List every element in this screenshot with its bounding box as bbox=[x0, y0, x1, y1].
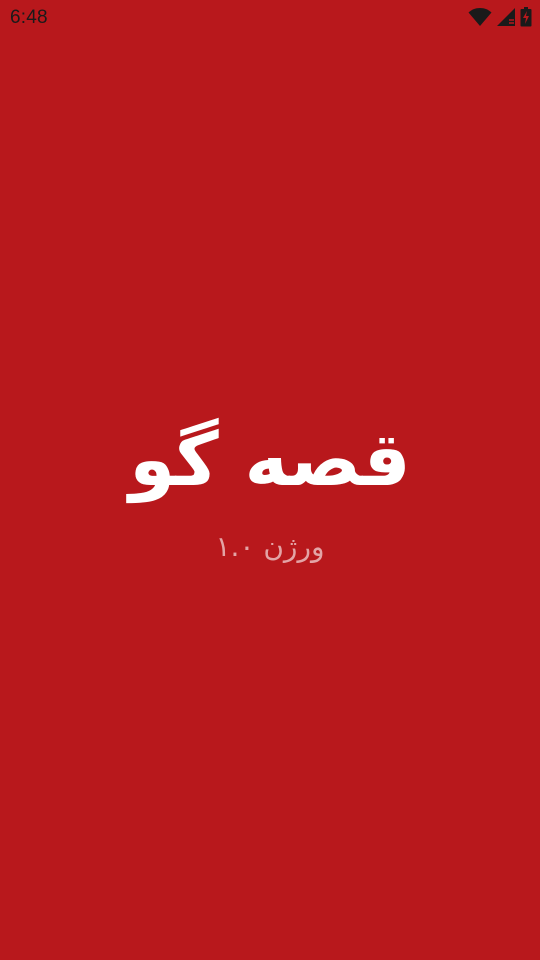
app-title: قصه گو bbox=[129, 417, 411, 503]
status-icons bbox=[468, 7, 532, 27]
status-time: 6:48 bbox=[10, 7, 48, 28]
wifi-icon bbox=[468, 7, 492, 27]
version-label: ورژن ۱.۰ bbox=[215, 530, 325, 563]
battery-charging-icon bbox=[520, 7, 532, 27]
cellular-signal-icon bbox=[496, 7, 516, 27]
status-bar: 6:48 bbox=[0, 0, 540, 36]
splash-content: قصه گو ورژن ۱.۰ bbox=[0, 405, 540, 567]
